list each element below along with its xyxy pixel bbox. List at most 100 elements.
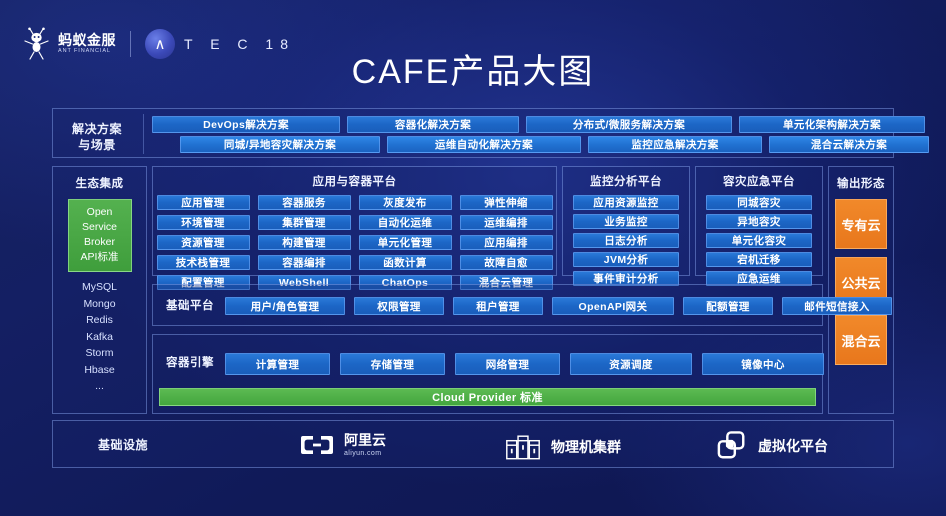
base-platform-row: 用户/角色管理 权限管理 租户管理 OpenAPI网关 配额管理 邮件短信接入 — [225, 297, 892, 315]
infrastructure-items: 阿里云 aliyun.com 物理机集群 虚拟化平台 — [53, 421, 893, 467]
solutions-divider — [143, 114, 144, 154]
engine-chip-network[interactable]: 网络管理 — [455, 353, 560, 375]
app-chip-ops-orch[interactable]: 运维编排 — [459, 215, 553, 230]
mon-chip-app-resource[interactable]: 应用资源监控 — [573, 195, 679, 210]
solutions-label-line1: 解决方案 — [71, 122, 122, 136]
output-forms-panel: 输出形态 专有云 公共云 混合云 — [828, 166, 894, 414]
monitor-platform-title: 监控分析平台 — [590, 176, 662, 188]
solution-chip-monitor[interactable]: 监控应急解决方案 — [588, 136, 762, 153]
container-engine-label: 容器引擎 — [166, 357, 214, 369]
server-rack-icon — [505, 433, 541, 461]
solutions-row-1: DevOps解决方案 容器化解决方案 分布式/微服务解决方案 单元化架构解决方案 — [152, 116, 925, 133]
eco-item-kafka: Kafka — [86, 330, 113, 343]
base-chip-mail-sms[interactable]: 邮件短信接入 — [782, 297, 892, 315]
infra-item-virtualization: 虚拟化平台 — [716, 431, 828, 461]
eco-item-storm: Storm — [85, 347, 114, 359]
output-box-hybrid[interactable]: 混合云 — [835, 315, 887, 365]
dr-chip-migration[interactable]: 宕机迁移 — [706, 252, 812, 267]
page-title: CAFE产品大图 — [351, 53, 595, 91]
monitor-platform-list: 应用资源监控 业务监控 日志分析 JVM分析 事件审计分析 — [563, 195, 689, 286]
app-chip-self-healing[interactable]: 故障自愈 — [459, 255, 553, 270]
osb-line-api: API标准 — [80, 251, 119, 263]
ecosystem-osb-box: Open Service Broker API标准 — [67, 199, 132, 272]
container-engine-panel: 容器引擎 计算管理 存储管理 网络管理 资源调度 镜像中心 Cloud Prov… — [152, 334, 824, 414]
osb-line-open: Open — [86, 206, 113, 218]
infrastructure-panel: 基础设施 阿里云 aliyun.com 物理机集群 虚拟化平台 — [52, 420, 894, 468]
infra-item-physical-cluster: 物理机集群 — [505, 433, 621, 461]
mon-chip-business[interactable]: 业务监控 — [573, 214, 679, 229]
solutions-label-line2: 与场景 — [78, 138, 116, 152]
osb-line-service: Service — [81, 221, 117, 233]
solution-chip-container[interactable]: 容器化解决方案 — [347, 116, 519, 133]
app-chip-gray-release[interactable]: 灰度发布 — [358, 195, 452, 210]
dr-chip-remote[interactable]: 异地容灾 — [706, 214, 812, 229]
app-chip-container-orch[interactable]: 容器编排 — [257, 255, 351, 270]
solution-chip-ops-auto[interactable]: 运维自动化解决方案 — [387, 136, 581, 153]
aliyun-label-group: 阿里云 aliyun.com — [344, 433, 386, 457]
aliyun-domain: aliyun.com — [344, 449, 382, 457]
ecosystem-item-list: MySQL Mongo Redis Kafka Storm Hbase ... — [53, 279, 146, 395]
base-platform-panel: 基础平台 用户/角色管理 权限管理 租户管理 OpenAPI网关 配额管理 邮件… — [152, 284, 892, 326]
engine-chip-storage[interactable]: 存储管理 — [340, 353, 445, 375]
engine-chip-compute[interactable]: 计算管理 — [225, 353, 330, 375]
cafe-product-overview-slide: 蚂蚁金服 ANT FINANCIAL ∧ T E C 18 CAFE产品大图 解… — [0, 0, 946, 516]
engine-chip-registry[interactable]: 镜像中心 — [702, 353, 824, 375]
app-chip-auto-ops[interactable]: 自动化运维 — [358, 215, 452, 230]
solution-chip-microservice[interactable]: 分布式/微服务解决方案 — [526, 116, 732, 133]
app-chip-app-mgmt[interactable]: 应用管理 — [156, 195, 250, 210]
ecosystem-panel: 生态集成 Open Service Broker API标准 MySQL Mon… — [52, 166, 147, 414]
physical-cluster-name: 物理机集群 — [551, 439, 621, 455]
eco-item-hbase: Hbase — [84, 363, 115, 376]
solutions-panel: 解决方案 与场景 DevOps解决方案 容器化解决方案 分布式/微服务解决方案 … — [52, 108, 929, 158]
mon-chip-log[interactable]: 日志分析 — [573, 233, 679, 248]
app-chip-faas[interactable]: 函数计算 — [358, 255, 452, 270]
eco-item-redis: Redis — [86, 314, 113, 326]
osb-line-broker: Broker — [84, 236, 115, 248]
solution-chip-unitized[interactable]: 单元化架构解决方案 — [739, 116, 925, 133]
dr-platform-title: 容灾应急平台 — [723, 176, 795, 188]
app-chip-app-orch[interactable]: 应用编排 — [459, 235, 553, 250]
solution-chip-devops[interactable]: DevOps解决方案 — [152, 116, 340, 133]
app-chip-tech-stack[interactable]: 技术栈管理 — [156, 255, 250, 270]
base-chip-permission[interactable]: 权限管理 — [354, 297, 444, 315]
app-chip-env-mgmt[interactable]: 环境管理 — [156, 215, 250, 230]
app-chip-autoscale[interactable]: 弹性伸缩 — [459, 195, 553, 210]
app-container-platform-panel: 应用与容器平台 应用管理 容器服务 灰度发布 弹性伸缩 环境管理 集群管理 自动… — [152, 166, 557, 290]
app-chip-resource-mgmt[interactable]: 资源管理 — [156, 235, 250, 250]
app-chip-unit-mgmt[interactable]: 单元化管理 — [358, 235, 452, 250]
eco-item-more: ... — [95, 380, 104, 392]
app-chip-cluster-mgmt[interactable]: 集群管理 — [257, 215, 351, 230]
eco-item-mongo: Mongo — [83, 297, 116, 310]
solutions-row-2: 同城/异地容灾解决方案 运维自动化解决方案 监控应急解决方案 混合云解决方案 — [180, 136, 929, 153]
ecosystem-title: 生态集成 — [75, 178, 124, 190]
aliyun-icon — [300, 433, 334, 457]
app-chip-build-mgmt[interactable]: 构建管理 — [257, 235, 351, 250]
dr-platform-list: 同城容灾 异地容灾 单元化容灾 宕机迁移 应急运维 — [696, 195, 822, 286]
base-chip-openapi[interactable]: OpenAPI网关 — [552, 297, 674, 315]
dr-chip-unitized[interactable]: 单元化容灾 — [706, 233, 812, 248]
monitor-platform-panel: 监控分析平台 应用资源监控 业务监控 日志分析 JVM分析 事件审计分析 — [562, 166, 690, 286]
vmware-icon — [716, 431, 748, 461]
container-engine-row: 计算管理 存储管理 网络管理 资源调度 镜像中心 — [225, 353, 824, 375]
eco-item-mysql: MySQL — [81, 281, 117, 293]
base-chip-user-role[interactable]: 用户/角色管理 — [225, 297, 345, 315]
aliyun-name: 阿里云 — [344, 432, 386, 448]
output-box-private[interactable]: 专有云 — [835, 199, 887, 249]
app-container-platform-grid: 应用管理 容器服务 灰度发布 弹性伸缩 环境管理 集群管理 自动化运维 运维编排… — [153, 195, 556, 290]
solution-chip-hybrid[interactable]: 混合云解决方案 — [769, 136, 929, 153]
base-platform-label: 基础平台 — [166, 300, 214, 312]
base-chip-tenant[interactable]: 租户管理 — [453, 297, 543, 315]
dr-platform-panel: 容灾应急平台 同城容灾 异地容灾 单元化容灾 宕机迁移 应急运维 — [695, 166, 823, 286]
app-chip-container-svc[interactable]: 容器服务 — [257, 195, 351, 210]
base-chip-quota[interactable]: 配额管理 — [683, 297, 773, 315]
infra-item-aliyun: 阿里云 aliyun.com — [300, 433, 386, 457]
app-container-platform-title: 应用与容器平台 — [312, 176, 397, 188]
cloud-provider-standard-bar: Cloud Provider 标准 — [159, 388, 816, 406]
solutions-label: 解决方案 与场景 — [61, 121, 133, 153]
dr-chip-local[interactable]: 同城容灾 — [706, 195, 812, 210]
solution-chip-dr[interactable]: 同城/异地容灾解决方案 — [180, 136, 380, 153]
virtualization-name: 虚拟化平台 — [758, 438, 828, 454]
engine-chip-schedule[interactable]: 资源调度 — [570, 353, 692, 375]
output-forms-title: 输出形态 — [837, 178, 885, 190]
mon-chip-jvm[interactable]: JVM分析 — [573, 252, 679, 267]
